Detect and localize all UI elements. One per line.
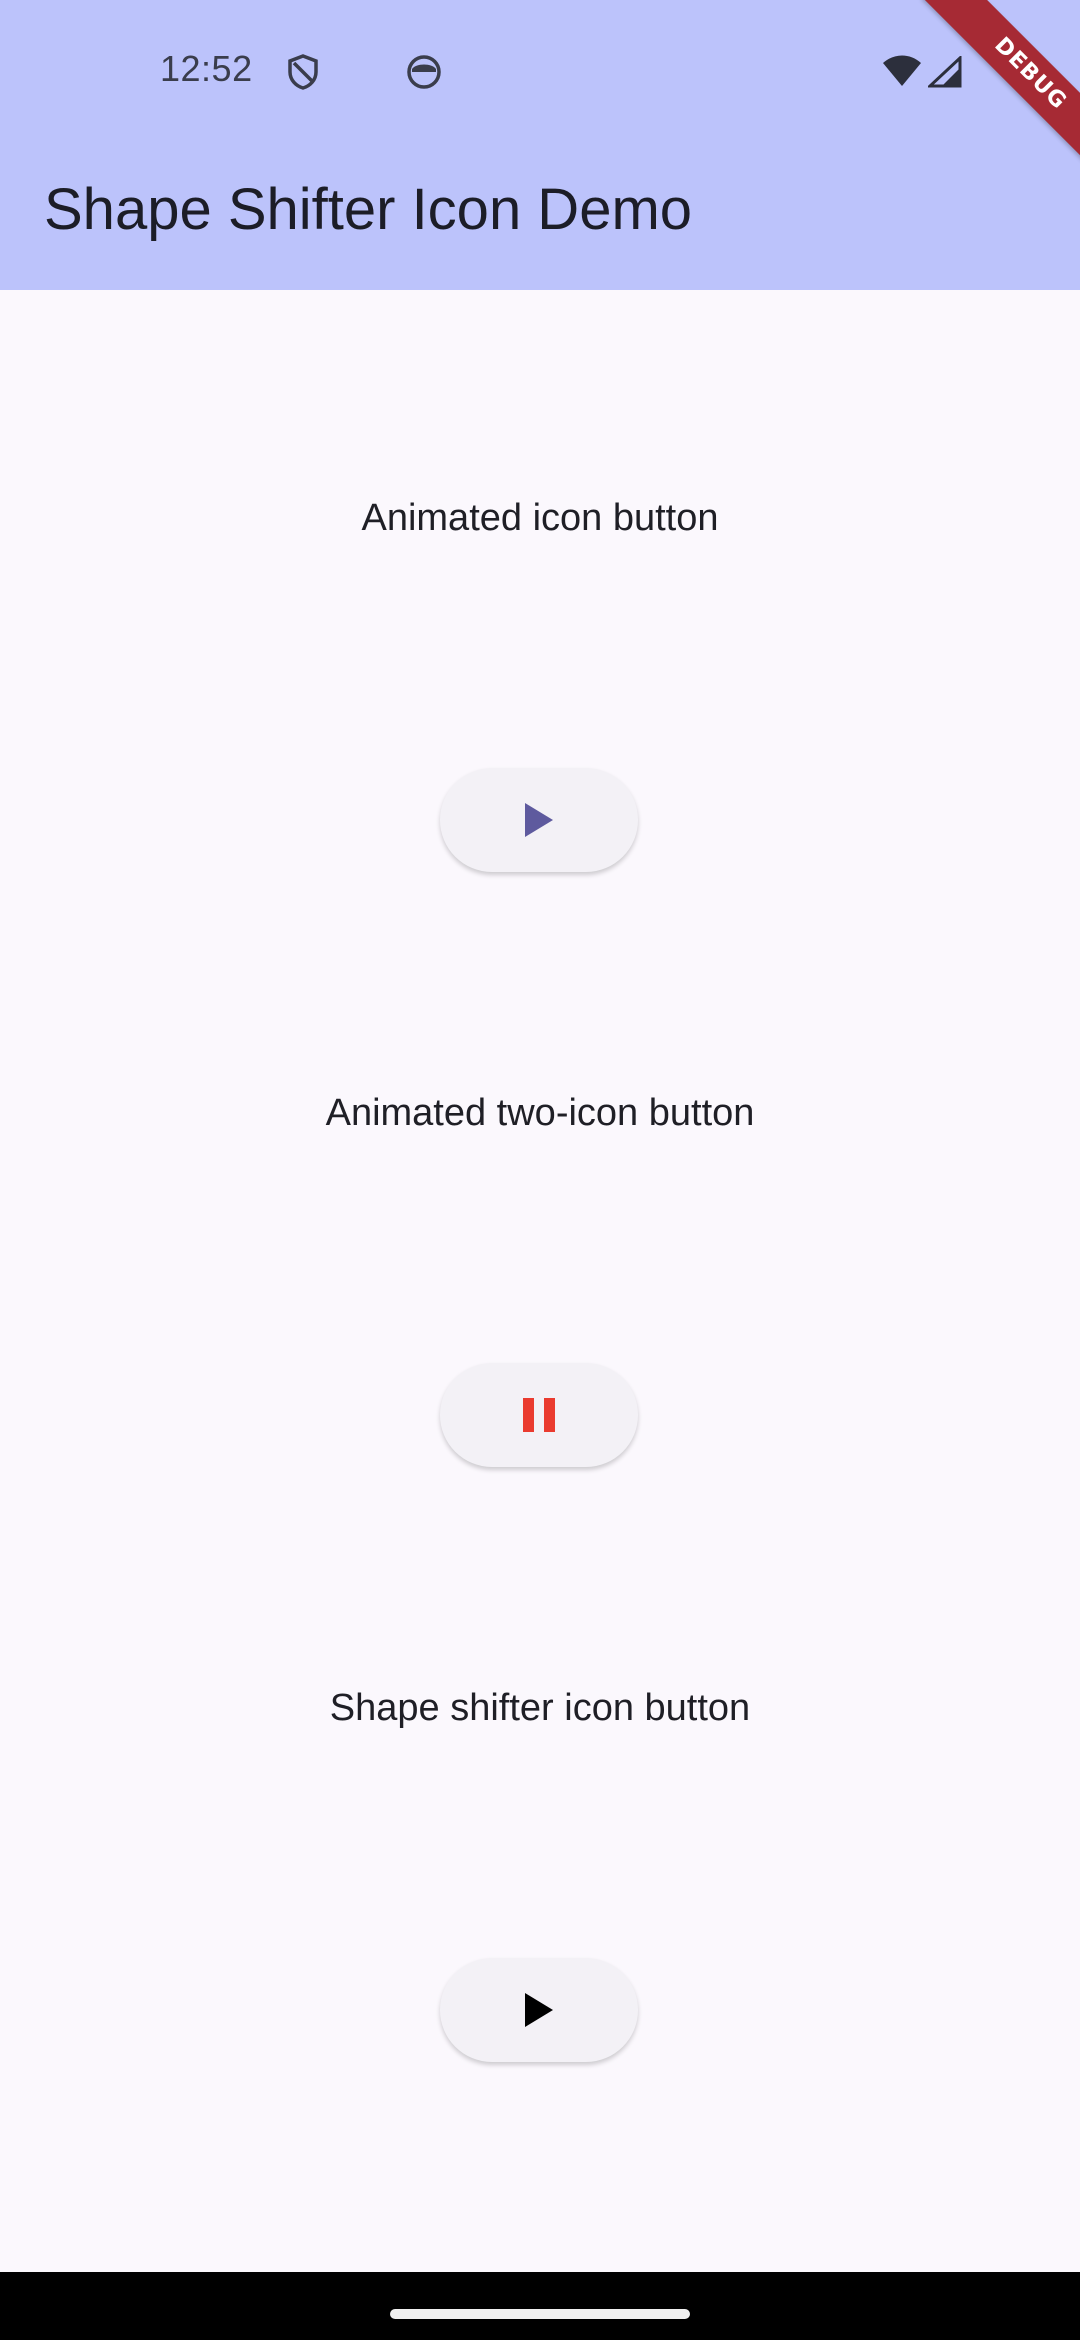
circle-face-icon <box>404 52 444 92</box>
app-bar: 12:52 Shape Shifter Icon Demo <box>0 0 1080 290</box>
section-label-shape-shifter: Shape shifter icon button <box>329 1687 751 1729</box>
section-label-animated-two-icon: Animated two-icon button <box>325 1092 755 1134</box>
section-label-animated-icon: Animated icon button <box>361 497 719 539</box>
shape-shifter-icon-button[interactable] <box>440 1958 638 2062</box>
status-bar: 12:52 <box>0 0 1080 140</box>
cell-signal-icon <box>926 54 968 96</box>
animated-two-icon-button[interactable] <box>440 1363 638 1467</box>
play-icon <box>522 801 556 839</box>
animated-icon-button[interactable] <box>440 768 638 872</box>
wifi-icon <box>882 54 922 94</box>
shield-icon <box>283 52 323 92</box>
home-gesture-handle[interactable] <box>390 2309 690 2319</box>
system-navigation-bar <box>0 2272 1080 2340</box>
page-title: Shape Shifter Icon Demo <box>44 177 693 242</box>
play-icon <box>522 1991 556 2029</box>
status-time: 12:52 <box>160 48 253 89</box>
pause-icon <box>520 1396 558 1434</box>
